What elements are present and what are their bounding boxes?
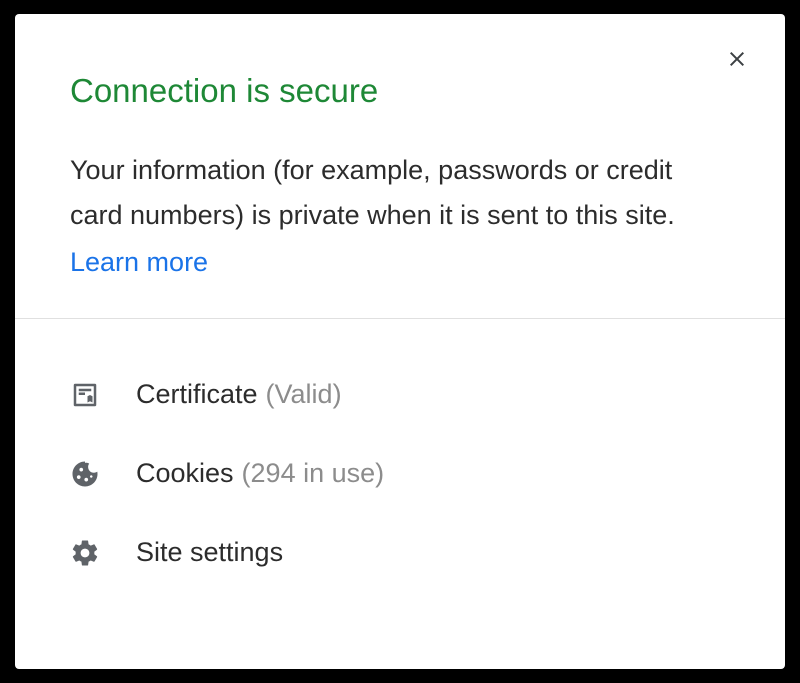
certificate-icon	[70, 380, 100, 410]
learn-more-link[interactable]: Learn more	[70, 247, 208, 277]
site-settings-label: Site settings	[136, 537, 283, 568]
connection-description: Your information (for example, passwords…	[70, 148, 730, 237]
site-info-popover: Connection is secure Your information (f…	[15, 14, 785, 669]
cookies-row[interactable]: Cookies (294 in use)	[70, 434, 730, 513]
cookies-status: (294 in use)	[242, 458, 385, 489]
connection-title: Connection is secure	[70, 72, 730, 110]
certificate-row[interactable]: Certificate (Valid)	[70, 355, 730, 434]
cookies-label: Cookies	[136, 458, 234, 489]
close-button[interactable]	[721, 44, 753, 76]
gear-icon	[70, 538, 100, 568]
header-section: Connection is secure Your information (f…	[15, 14, 785, 318]
close-icon	[725, 47, 749, 74]
options-list: Certificate (Valid) Cookies (294 in use)…	[15, 319, 785, 622]
cookie-icon	[70, 459, 100, 489]
site-settings-row[interactable]: Site settings	[70, 513, 730, 592]
certificate-status: (Valid)	[266, 379, 342, 410]
certificate-label: Certificate	[136, 379, 258, 410]
